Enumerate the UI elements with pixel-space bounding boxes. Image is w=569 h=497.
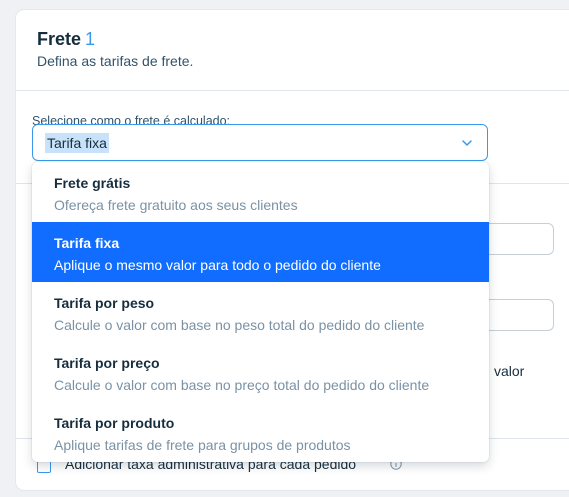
- option-free-shipping[interactable]: Frete grátis Ofereça frete gratuito aos …: [32, 162, 489, 222]
- option-title: Frete grátis: [54, 175, 131, 191]
- option-title: Tarifa por produto: [54, 415, 175, 431]
- partial-option-text: valor: [494, 363, 525, 379]
- option-flat-rate[interactable]: Tarifa fixa Aplique o mesmo valor para t…: [32, 222, 489, 282]
- calc-method-value: Tarifa fixa: [45, 132, 109, 153]
- calc-method-dropdown: Frete grátis Ofereça frete gratuito aos …: [32, 162, 489, 462]
- option-title: Tarifa fixa: [54, 235, 120, 251]
- chevron-down-icon: [462, 140, 472, 146]
- option-description: Ofereça frete gratuito aos seus clientes: [54, 197, 298, 213]
- option-rate-by-product[interactable]: Tarifa por produto Aplique tarifas de fr…: [32, 402, 489, 462]
- option-description: Calcule o valor com base no peso total d…: [54, 317, 425, 333]
- card-header: Frete 1 Defina as tarifas de frete.: [37, 28, 569, 69]
- section-title-text: Frete: [37, 29, 82, 49]
- section-title: Frete 1: [37, 28, 569, 50]
- section-count: 1: [85, 29, 96, 49]
- header-divider: [16, 90, 569, 91]
- option-description: Calcule o valor com base no preço total …: [54, 377, 430, 393]
- option-rate-by-price[interactable]: Tarifa por preço Calcule o valor com bas…: [32, 342, 489, 402]
- option-title: Tarifa por peso: [54, 295, 155, 311]
- section-subtitle: Defina as tarifas de frete.: [37, 53, 194, 69]
- option-rate-by-weight[interactable]: Tarifa por peso Calcule o valor com base…: [32, 282, 489, 342]
- calc-method-select[interactable]: Tarifa fixa: [32, 124, 488, 161]
- option-title: Tarifa por preço: [54, 355, 160, 371]
- option-description: Aplique tarifas de frete para grupos de …: [54, 437, 351, 453]
- option-description: Aplique o mesmo valor para todo o pedido…: [54, 257, 381, 273]
